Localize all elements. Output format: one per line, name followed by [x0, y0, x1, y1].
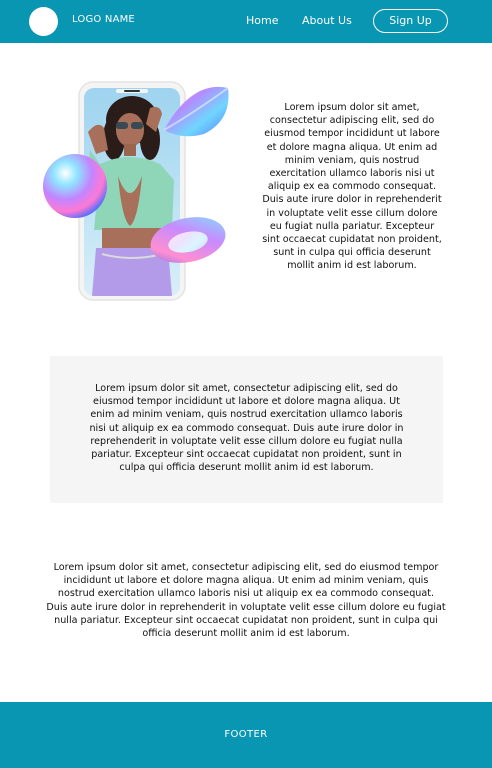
sign-up-button[interactable]: Sign Up — [373, 9, 448, 33]
site-footer: FOOTER — [0, 702, 492, 768]
wide-section-text: Lorem ipsum dolor sit amet, consectetur … — [46, 562, 446, 640]
footer-label: FOOTER — [224, 729, 268, 740]
gray-box-text: Lorem ipsum dolor sit amet, consectetur … — [89, 383, 404, 474]
site-header: LOGO NAME Home About Us Sign Up — [0, 0, 492, 43]
hero-phone-illustration — [42, 80, 232, 302]
gray-content-box: Lorem ipsum dolor sit amet, consectetur … — [50, 356, 443, 503]
logo-icon[interactable] — [29, 7, 58, 36]
phone-photo-icon — [43, 81, 229, 301]
nav-link-home[interactable]: Home — [246, 14, 278, 27]
hero-text: Lorem ipsum dolor sit amet, consectetur … — [262, 102, 442, 272]
logo-name[interactable]: LOGO NAME — [72, 14, 135, 25]
nav-link-about[interactable]: About Us — [302, 14, 352, 27]
